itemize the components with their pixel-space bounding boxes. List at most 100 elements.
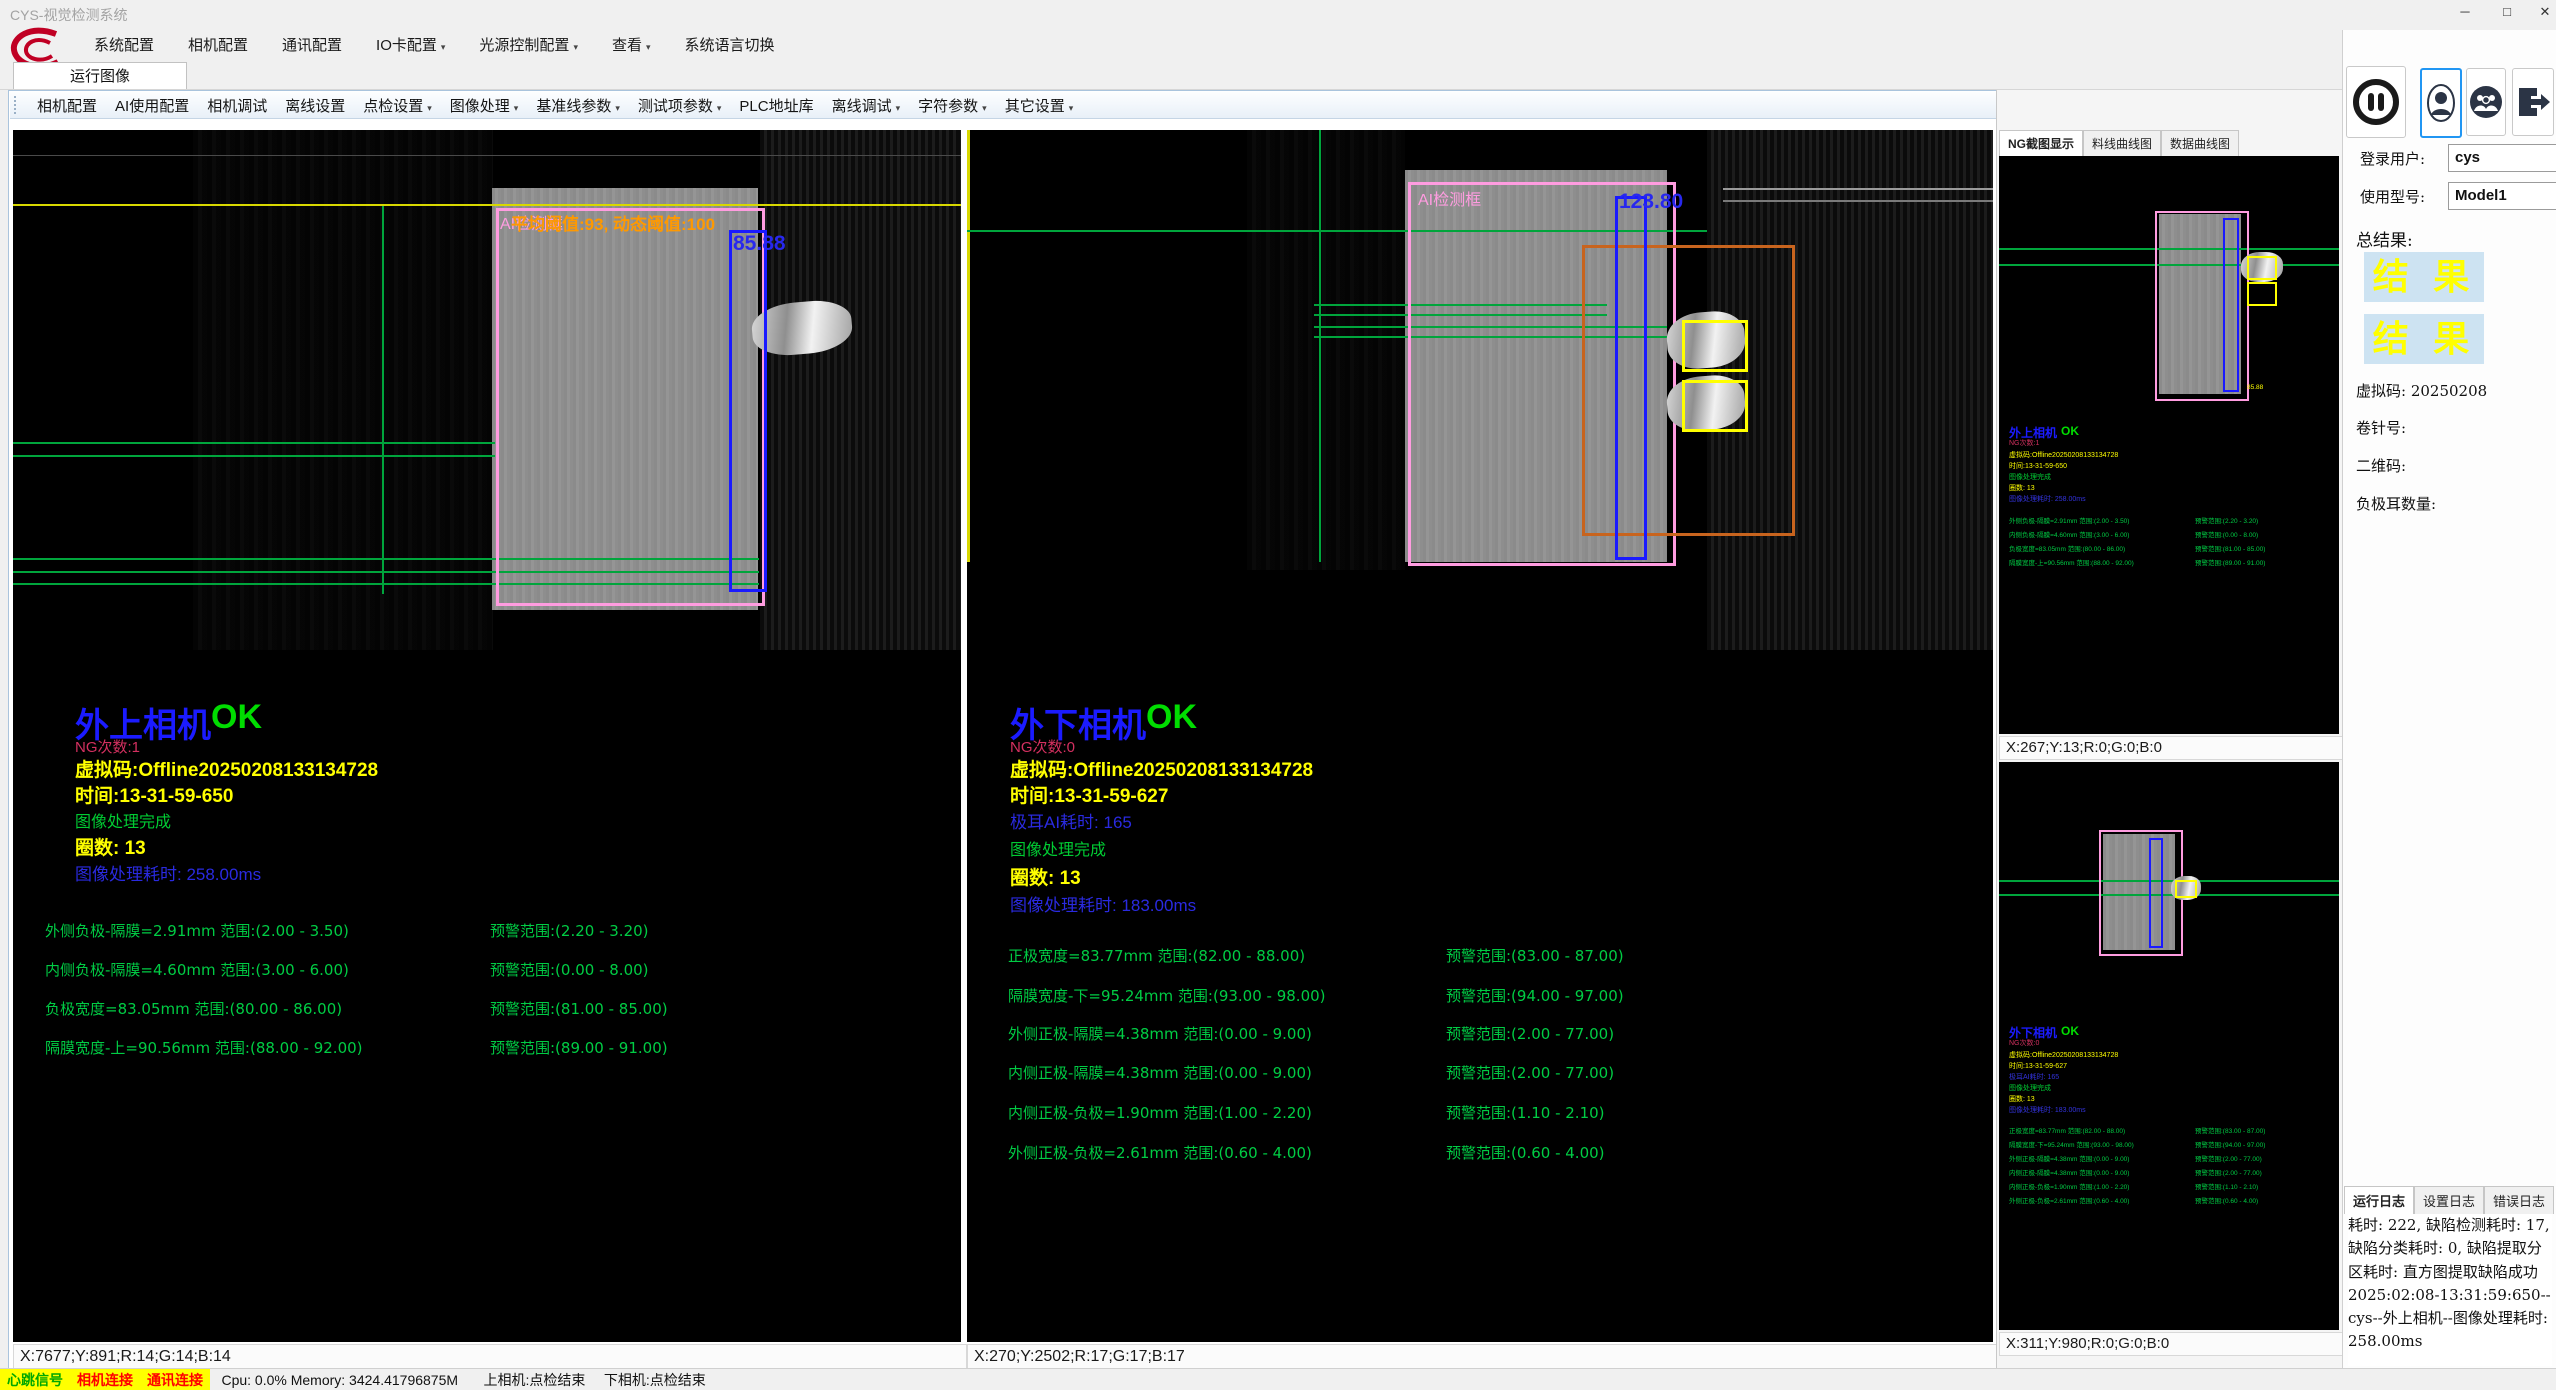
minimize-button[interactable]: ─ <box>2452 4 2478 19</box>
tool-spot-check[interactable]: 点检设置▾ <box>354 94 441 117</box>
tool-offline-debug[interactable]: 离线调试▾ <box>823 94 910 117</box>
tool-other-settings[interactable]: 其它设置▾ <box>996 94 1083 117</box>
log-tabs: 运行日志设置日志错误日志 <box>2344 1186 2554 1214</box>
chevron-down-icon: ▾ <box>717 103 722 113</box>
menu-io-card-config[interactable]: IO卡配置▾ <box>366 32 455 57</box>
left-right-texture <box>760 130 961 650</box>
left-warn-1: 预警范围:(2.20 - 3.20) <box>490 920 649 941</box>
thumb2-ai-time: 极耳AI耗时: 165 <box>2009 1074 2059 1082</box>
tool-ai-use-config[interactable]: AI使用配置 <box>106 94 198 117</box>
left-ng-count: NG次数:1 <box>75 736 140 757</box>
thumb2-roww-2: 预警范围:(94.00 - 97.00) <box>2195 1142 2265 1149</box>
top-camera-status: 上相机:点检结束 <box>470 1369 593 1390</box>
right-green-vline <box>1319 130 1321 562</box>
right-camera-view[interactable]: AI检测框 123.80 外下相机 OK NG次数:0 虚拟码:Offline2… <box>967 130 1993 1342</box>
toolbar-grip[interactable] <box>14 96 24 114</box>
camera-link-indicator: 相机连接 <box>70 1369 140 1390</box>
thumb2-ok: OK <box>2061 1024 2079 1038</box>
thumb2-row-1: 正极宽度=83.77mm 范围:(82.00 - 88.00) <box>2009 1128 2125 1135</box>
left-threshold-text: 平均阈值:93, 动态阈值:100 <box>511 210 715 235</box>
tool-camera-debug[interactable]: 相机调试 <box>198 94 276 117</box>
thumb2-row-6: 外侧正极-负极=2.61mm 范围:(0.60 - 4.00) <box>2009 1198 2129 1205</box>
right-yellow-vline <box>967 130 970 562</box>
maximize-button[interactable]: □ <box>2494 4 2520 19</box>
bottom-status-bar: 心跳信号相机连接通讯连接 Cpu: 0.0% Memory: 3424.4179… <box>0 1368 2556 1390</box>
right-measure-5: 内侧正极-负极=1.90mm 范围:(1.00 - 2.20) <box>1008 1102 1312 1123</box>
left-camera-view[interactable]: AI检测框 平均阈值:93, 动态阈值:100 85.88 外上相机 OK NG… <box>13 130 961 1342</box>
menu-camera-config[interactable]: 相机配置 <box>178 32 258 57</box>
right-warn-1: 预警范围:(83.00 - 87.00) <box>1446 945 1624 966</box>
tool-char-params[interactable]: 字符参数▾ <box>909 94 996 117</box>
thumb1-row-1: 外侧负极-隔膜=2.91mm 范围:(2.00 - 3.50) <box>2009 518 2129 525</box>
left-count: 圈数: 13 <box>75 833 146 860</box>
right-warn-3: 预警范围:(2.00 - 77.00) <box>1446 1023 1614 1044</box>
ng-thumb-1[interactable]: 85.88 外上相机 OK NG次数:1 虚拟码:Offline20250208… <box>1999 156 2339 734</box>
right-yellow-box-2 <box>1682 380 1748 432</box>
thumb2-roww-4: 预警范围:(2.00 - 77.00) <box>2195 1170 2262 1177</box>
left-measure-1: 外侧负极-隔膜=2.91mm 范围:(2.00 - 3.50) <box>45 920 349 941</box>
thumb1-yellow-box-2 <box>2247 282 2277 306</box>
left-done: 图像处理完成 <box>75 808 171 832</box>
tab-run-log[interactable]: 运行日志 <box>2344 1186 2414 1214</box>
user-button[interactable] <box>2420 68 2462 138</box>
tab-error-log[interactable]: 错误日志 <box>2484 1186 2554 1214</box>
pause-button[interactable] <box>2346 66 2406 138</box>
ng-thumb-2[interactable]: 外下相机 OK NG次数:0 虚拟码:Offline20250208133134… <box>1999 762 2339 1330</box>
close-button[interactable]: ✕ <box>2532 4 2556 20</box>
tool-test-item-params[interactable]: 测试项参数▾ <box>629 94 731 117</box>
right-image-status: X:270;Y:2502;R:17;G:17;B:17 <box>967 1344 1999 1370</box>
thumb1-count: 圈数: 13 <box>2009 485 2035 493</box>
right-warn-2: 预警范围:(94.00 - 97.00) <box>1446 985 1624 1006</box>
menu-comm-config[interactable]: 通讯配置 <box>272 32 352 57</box>
thumb1-row-3: 负极宽度=83.05mm 范围:(80.00 - 86.00) <box>2009 546 2125 553</box>
users-button[interactable] <box>2466 68 2506 136</box>
left-green-hline-1 <box>13 442 495 444</box>
right-measure-2: 隔膜宽度-下=95.24mm 范围:(93.00 - 98.00) <box>1008 985 1326 1006</box>
thumb1-roww-2: 预警范围:(0.00 - 8.00) <box>2195 532 2258 539</box>
login-user-input[interactable]: cys <box>2448 144 2556 172</box>
right-warn-5: 预警范围:(1.10 - 2.10) <box>1446 1102 1605 1123</box>
thumb2-done: 图像处理完成 <box>2009 1085 2051 1093</box>
chevron-down-icon: ▾ <box>982 103 987 113</box>
model-input[interactable]: Model1 <box>2448 182 2556 210</box>
chevron-down-icon: ▾ <box>1069 103 1074 113</box>
left-yellow-line <box>13 204 961 206</box>
tab-settings-log[interactable]: 设置日志 <box>2414 1186 2484 1214</box>
thumb1-done: 图像处理完成 <box>2009 474 2051 482</box>
tab-ng-view[interactable]: NG截图显示 <box>1999 130 2083 156</box>
tool-image-processing[interactable]: 图像处理▾ <box>441 94 528 117</box>
thumb1-row-2: 内侧负极-隔膜=4.60mm 范围:(3.00 - 6.00) <box>2009 532 2129 539</box>
title-bar: CYS-视觉检测系统 ─ □ ✕ <box>0 0 2556 30</box>
thumb2-blue-box <box>2149 838 2163 948</box>
tool-camera-config[interactable]: 相机配置 <box>28 94 106 117</box>
exit-button[interactable] <box>2512 68 2554 136</box>
menu-language-switch[interactable]: 系统语言切换 <box>675 32 785 57</box>
left-blue-value: 85.88 <box>733 232 786 256</box>
tool-plc-address-lib[interactable]: PLC地址库 <box>730 94 822 117</box>
left-measure-3: 负极宽度=83.05mm 范围:(80.00 - 86.00) <box>45 998 342 1019</box>
thumb2-roww-1: 预警范围:(83.00 - 87.00) <box>2195 1128 2265 1135</box>
tab-data-curve[interactable]: 数据曲线图 <box>2161 130 2239 156</box>
result-badge-2: 结 果 <box>2364 314 2484 364</box>
left-green-vline <box>382 206 384 594</box>
right-measure-4: 内侧正极-隔膜=4.38mm 范围:(0.00 - 9.00) <box>1008 1062 1312 1083</box>
thumb1-roww-3: 预警范围:(81.00 - 85.00) <box>2195 546 2265 553</box>
left-camera-ok: OK <box>211 698 262 737</box>
thumb2-elapsed: 图像处理耗时: 183.00ms <box>2009 1107 2086 1115</box>
tool-baseline-params[interactable]: 基准线参数▾ <box>527 94 629 117</box>
needle-field: 卷针号: <box>2356 417 2406 438</box>
left-vcode: 虚拟码:Offline20250208133134728 <box>75 755 378 782</box>
menu-bar: 系统配置 相机配置 通讯配置 IO卡配置▾ 光源控制配置▾ 查看▾ 系统语言切换 <box>84 32 785 57</box>
menu-view[interactable]: 查看▾ <box>602 32 661 57</box>
menu-light-control-config[interactable]: 光源控制配置▾ <box>469 32 588 57</box>
pause-icon <box>2350 76 2402 128</box>
menu-system-config[interactable]: 系统配置 <box>84 32 164 57</box>
tab-material-curve[interactable]: 料线曲线图 <box>2083 130 2161 156</box>
app-window: CYS-视觉检测系统 ─ □ ✕ 系统配置 相机配置 通讯配置 IO卡配置▾ 光… <box>0 0 2556 1390</box>
thumb1-yellow-mark: 85.88 <box>2247 384 2263 392</box>
tool-offline-settings[interactable]: 离线设置 <box>276 94 354 117</box>
ng-thumb-2-status: X:311;Y:980;R:0;G:0;B:0 <box>1999 1332 2345 1356</box>
right-yellow-box-1 <box>1682 320 1748 372</box>
tab-run-image[interactable]: 运行图像 <box>13 62 187 90</box>
thumb1-row-4: 隔膜宽度-上=90.56mm 范围:(88.00 - 92.00) <box>2009 560 2134 567</box>
